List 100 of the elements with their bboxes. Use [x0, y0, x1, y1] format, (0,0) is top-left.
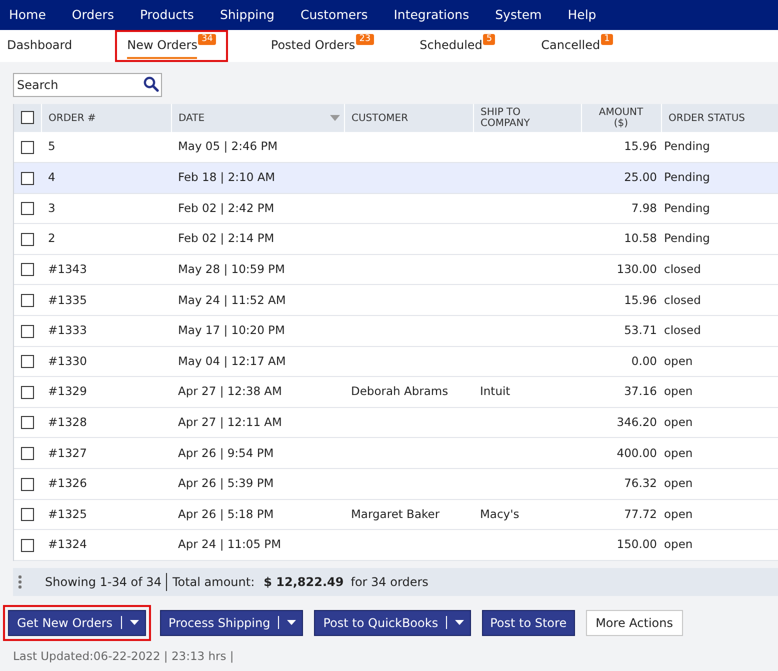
table-cell: open [664, 354, 693, 368]
checkbox[interactable] [21, 538, 34, 552]
action-button[interactable]: Process Shipping [160, 610, 304, 636]
menu-item[interactable]: Integrations [394, 6, 470, 24]
checkbox[interactable] [21, 324, 34, 338]
table-row[interactable]: #1330 May 04 | 12:17 AM 0.00 open [14, 346, 778, 377]
table-cell: open [664, 446, 693, 460]
table-cell: 53.71 [624, 323, 657, 338]
checkbox[interactable] [21, 172, 34, 185]
table-row[interactable]: #1333 May 17 | 10:20 PM 53.71 closed [14, 316, 778, 346]
table-cell: closed [664, 323, 701, 338]
caret-icon[interactable] [287, 620, 296, 626]
tab[interactable]: New Orders 34 [115, 30, 228, 62]
table-cell: Pending [664, 231, 710, 246]
table-cell: open [664, 537, 693, 552]
table-cell: May 24 | 11:52 AM [178, 292, 286, 307]
table-cell: open [664, 415, 693, 430]
action-button[interactable]: Post to Store [482, 610, 575, 636]
table-row[interactable]: #1326 Apr 26 | 5:39 PM 76.32 open [14, 468, 778, 500]
menu-item[interactable]: Home [9, 6, 46, 24]
table-cell: Margaret Baker [351, 506, 440, 521]
checkbox[interactable] [21, 386, 34, 399]
table-row[interactable]: #1329 Apr 27 | 12:38 AM Deborah Abrams Intuit 37.16 open [14, 376, 778, 408]
table-cell: Pending [664, 139, 710, 154]
table-cell: 7.98 [631, 200, 657, 215]
count-badge: 23 [356, 34, 374, 45]
tab[interactable]: Posted Orders 23 [268, 30, 377, 62]
showing-text: Showing 1-34 of 34 [45, 572, 168, 591]
table-row[interactable]: 2 Feb 02 | 2:14 PM 10.58 Pending [14, 224, 778, 254]
total-amount: $ 12,822.49 [264, 574, 344, 591]
total-suffix: for 34 orders [350, 574, 428, 591]
caret-icon[interactable] [455, 620, 464, 626]
action-button[interactable]: Get New Orders [8, 610, 146, 636]
menu-item[interactable]: Help [568, 6, 596, 24]
checkbox[interactable] [21, 355, 34, 368]
table-cell: Apr 27 | 12:11 AM [178, 415, 282, 430]
table-cell: May 04 | 12:17 AM [178, 354, 286, 368]
table-cell: 0.00 [631, 354, 657, 368]
table-row[interactable]: #1324 Apr 24 | 11:05 PM 150.00 open [14, 530, 778, 560]
table-row[interactable]: #1325 Apr 26 | 5:18 PM Margaret Baker Macy's 77.72 open [14, 499, 778, 530]
checkbox[interactable] [21, 202, 34, 216]
checkbox[interactable] [21, 446, 34, 460]
caret-icon[interactable] [130, 620, 139, 626]
checkbox[interactable] [21, 232, 34, 246]
table-row[interactable]: #1343 May 28 | 10:59 PM 130.00 closed [14, 254, 778, 285]
table-cell: Macy's [480, 506, 520, 521]
checkbox[interactable] [21, 416, 34, 430]
table-cell: 4 [48, 170, 56, 184]
table-cell: 10.58 [624, 231, 657, 246]
table-cell: 5 [48, 139, 56, 154]
menu-item[interactable]: Shipping [220, 6, 274, 24]
search-icon[interactable] [143, 76, 159, 92]
checkbox[interactable] [21, 508, 34, 522]
total-label: Total amount: [172, 574, 255, 591]
table-cell: May 05 | 2:46 PM [178, 139, 278, 154]
table-cell: Deborah Abrams [351, 384, 448, 398]
tab[interactable]: Cancelled 1 [538, 30, 616, 62]
checkbox[interactable] [21, 263, 34, 276]
action-button[interactable]: Post to QuickBooks [314, 610, 472, 636]
count-badge: 5 [483, 34, 496, 45]
drag-handle-icon[interactable] [17, 574, 23, 589]
table-cell: #1325 [48, 506, 87, 521]
checkbox[interactable] [20, 111, 34, 124]
menu-item[interactable]: System [495, 6, 542, 24]
checkbox[interactable] [21, 478, 34, 491]
table-cell: closed [664, 292, 701, 307]
table-cell: 130.00 [616, 262, 657, 276]
table-cell: 37.16 [624, 384, 657, 398]
table-cell: 150.00 [616, 537, 657, 552]
table-cell: #1343 [48, 262, 87, 276]
table-cell: 346.20 [616, 415, 657, 430]
table-cell: 3 [48, 200, 56, 215]
search-field[interactable]: Search [13, 73, 162, 97]
table-cell: Apr 26 | 5:39 PM [178, 476, 274, 490]
menu-item[interactable]: Customers [300, 6, 368, 24]
table-cell: open [664, 506, 693, 521]
table-row[interactable]: 5 May 05 | 2:46 PM 15.96 Pending [14, 132, 778, 163]
table-cell: #1324 [48, 537, 87, 552]
action-button[interactable]: More Actions [586, 610, 683, 636]
table-row[interactable]: #1328 Apr 27 | 12:11 AM 346.20 open [14, 407, 778, 438]
count-badge: 1 [601, 34, 613, 45]
table-cell: Apr 27 | 12:38 AM [178, 384, 282, 398]
table-cell: May 28 | 10:59 PM [178, 262, 285, 276]
table-cell: 77.72 [624, 506, 657, 521]
checkbox[interactable] [21, 140, 34, 154]
table-cell: May 17 | 10:20 PM [178, 323, 285, 338]
tab[interactable]: Scheduled 5 [416, 30, 498, 62]
table-cell: closed [664, 262, 701, 276]
table-cell: 76.32 [624, 476, 657, 490]
menu-item[interactable]: Orders [72, 6, 114, 24]
table-row[interactable]: 3 Feb 02 | 2:42 PM 7.98 Pending [14, 193, 778, 224]
table-row[interactable]: #1335 May 24 | 11:52 AM 15.96 closed [14, 284, 778, 316]
table-cell: 2 [48, 231, 56, 246]
table-cell: 25.00 [624, 170, 657, 184]
table-cell: Feb 02 | 2:14 PM [178, 231, 274, 246]
tab[interactable]: Dashboard [4, 30, 76, 62]
checkbox[interactable] [21, 294, 34, 307]
menu-item[interactable]: Products [140, 6, 194, 24]
table-cell: 400.00 [616, 446, 657, 460]
table-row[interactable]: #1327 Apr 26 | 9:54 PM 400.00 open [14, 438, 778, 469]
